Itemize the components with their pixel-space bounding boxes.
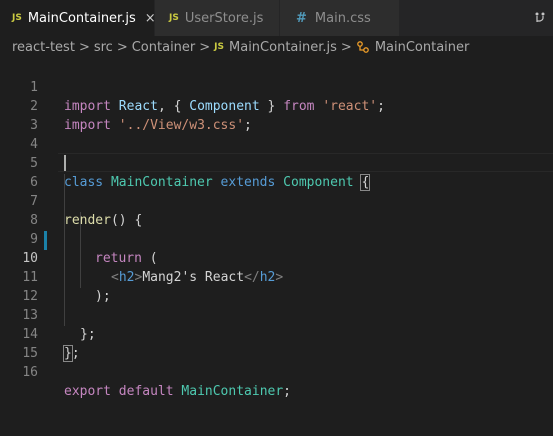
line-number: 16 [22, 365, 38, 380]
chevron-right-icon: > [116, 39, 128, 55]
tab-label: Main.css [314, 10, 371, 26]
code-line: 13 }; [0, 287, 553, 342]
tab-main-css[interactable]: # Main.css [280, 0, 400, 36]
token-class-name: MainContainer [181, 384, 284, 399]
code-line: 7 render() { [0, 173, 553, 228]
code-line: 16 export default MainContainer; [0, 344, 553, 399]
code-line: 9 return ( [0, 211, 553, 266]
token-punct: ; [283, 384, 291, 399]
code-line: 14 }; [0, 306, 553, 362]
code-line: 10 <h2>Mang2's React</h2> [0, 230, 553, 285]
breadcrumb-item-src[interactable]: src [94, 40, 113, 55]
code-line: 1 import React, { Component } from 'reac… [0, 59, 553, 114]
tab-label: MainContainer.js [27, 10, 136, 26]
javascript-file-icon: JS [12, 13, 22, 23]
code-line: 12 [0, 268, 553, 304]
chevron-right-icon: > [78, 39, 90, 55]
chevron-right-icon: > [199, 39, 211, 55]
split-editor-icon[interactable] [533, 9, 547, 25]
code-line: 11 ); [0, 249, 553, 304]
breadcrumb: react-test > src > Container > JS MainCo… [0, 36, 553, 58]
code-line: 5 class MainContainer extends Component … [0, 135, 553, 191]
code-line: 8 [0, 192, 553, 228]
code-line: 6 [0, 154, 553, 190]
code-line: 2 import '../View/w3.css'; [0, 78, 553, 133]
tab-userstore-js[interactable]: JS UserStore.js [155, 0, 280, 36]
line-code: export default MainContainer; [64, 382, 291, 401]
code-line: 3 [0, 97, 553, 133]
token-keyword: export [64, 384, 111, 399]
close-icon[interactable]: × [145, 11, 156, 26]
class-symbol-icon [356, 41, 369, 53]
breadcrumb-item-container[interactable]: Container [132, 40, 196, 55]
code-line: 4 [0, 116, 553, 152]
javascript-file-icon: JS [214, 42, 225, 52]
breadcrumb-item-class[interactable]: MainContainer [375, 40, 470, 55]
code-editor[interactable]: 1 import React, { Component } from 'reac… [0, 58, 553, 436]
editor-tab-bar: JS MainContainer.js × JS UserStore.js # … [0, 0, 553, 36]
token-keyword: default [118, 384, 174, 399]
code-line: 15 [0, 325, 553, 361]
tab-label: UserStore.js [184, 10, 264, 26]
breadcrumb-item-file[interactable]: MainContainer.js [229, 40, 337, 55]
chevron-right-icon: > [340, 39, 352, 55]
tab-maincontainer-js[interactable]: JS MainContainer.js × [0, 0, 156, 36]
css-file-icon: # [296, 10, 307, 26]
breadcrumb-item-react-test[interactable]: react-test [12, 40, 75, 55]
javascript-file-icon: JS [169, 13, 179, 23]
